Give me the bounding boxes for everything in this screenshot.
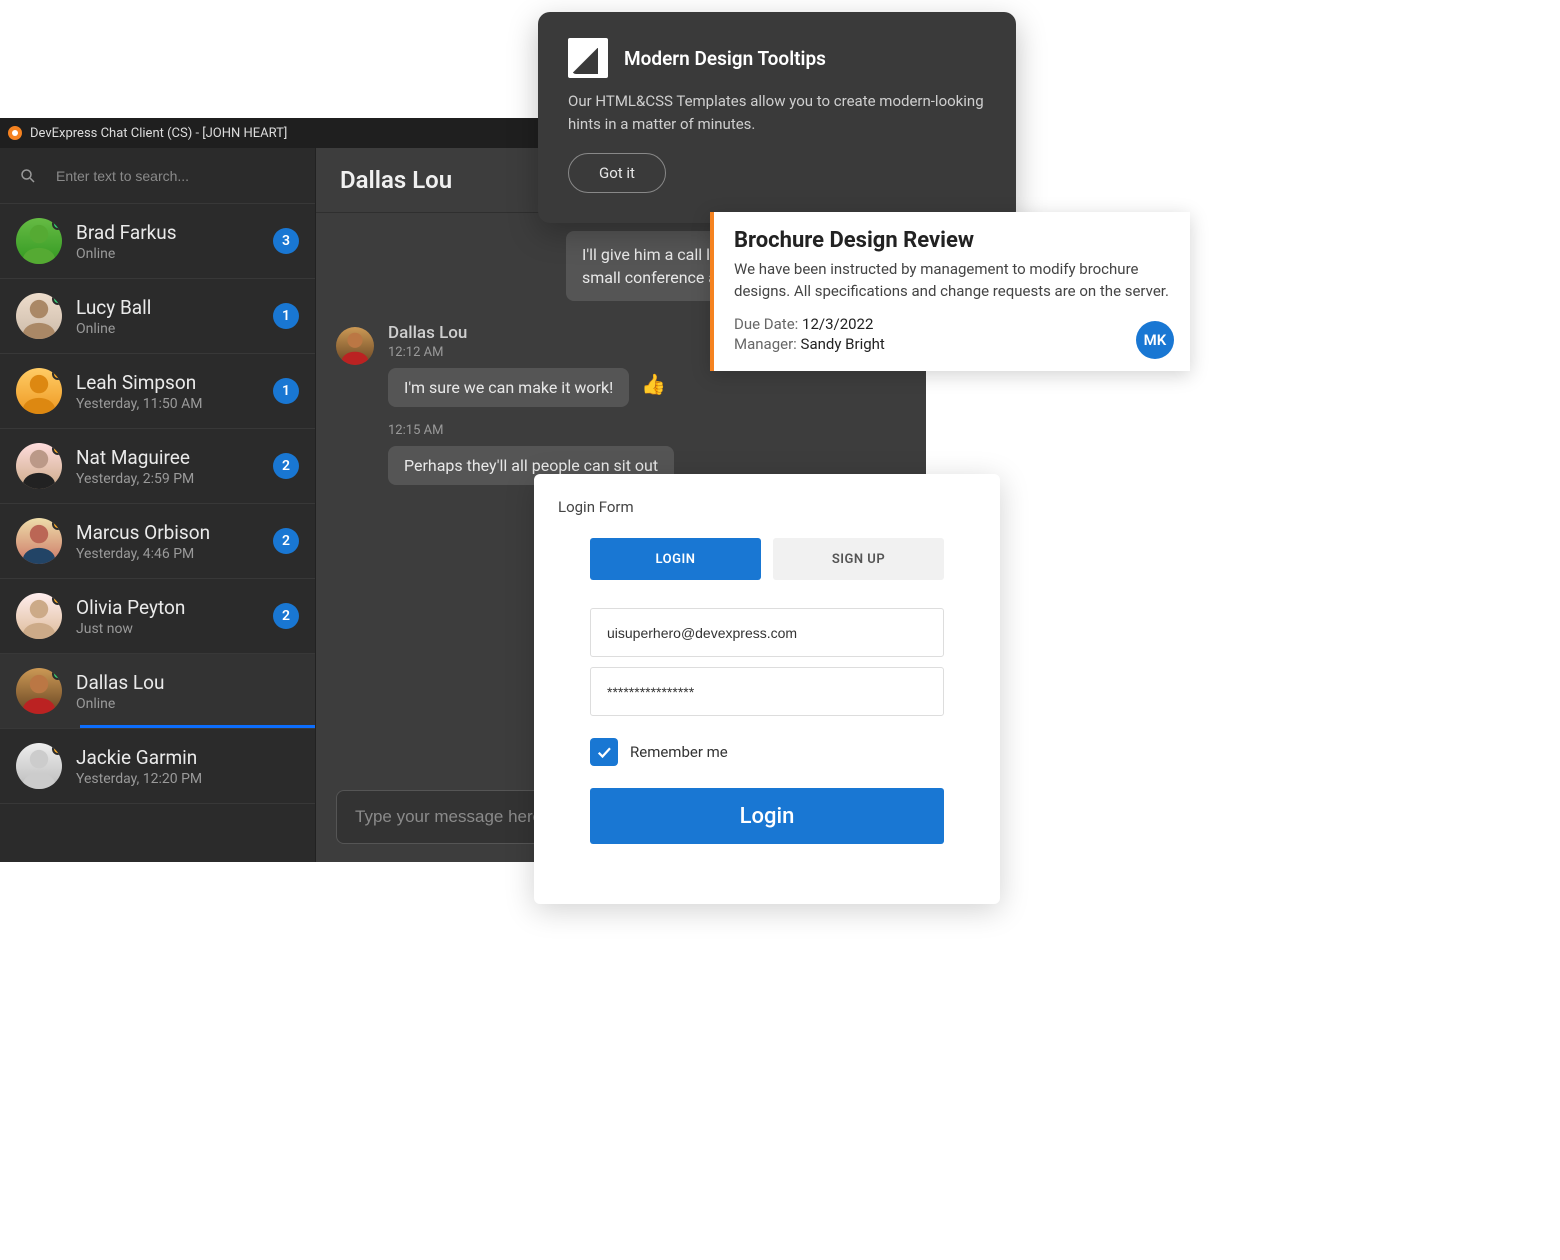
got-it-button[interactable]: Got it [568,153,666,193]
contact-status: Yesterday, 4:46 PM [76,546,273,562]
contact-name: Leah Simpson [76,371,273,394]
avatar [16,518,62,564]
contact-name: Jackie Garmin [76,746,299,769]
avatar [16,668,62,714]
search-row [0,148,315,204]
tooltip-dark: Modern Design Tooltips Our HTML&CSS Temp… [538,12,1016,223]
search-icon[interactable] [14,167,42,185]
tooltip-title: Modern Design Tooltips [624,47,826,70]
presence-dot-icon [52,593,62,605]
search-input[interactable] [42,168,301,184]
tab-login[interactable]: LOGIN [590,538,761,580]
presence-dot-icon [52,518,62,530]
app-logo-icon [8,126,22,140]
contact-status: Online [76,321,273,337]
presence-dot-icon [52,368,62,380]
unread-badge: 1 [273,303,299,329]
presence-dot-icon [52,668,62,680]
login-form-card: Login Form LOGIN SIGN UP Remember me Log… [534,474,1000,904]
contact-item[interactable]: Brad Farkus Online 3 [0,204,315,279]
presence-dot-icon [52,218,62,230]
contacts-sidebar: Brad Farkus Online 3 Lucy Ball Online 1 Le… [0,148,316,862]
contact-item[interactable]: Nat Maguiree Yesterday, 2:59 PM 2 [0,429,315,504]
callout-title: Brochure Design Review [734,228,1170,253]
contact-name: Lucy Ball [76,296,273,319]
window-title: DevExpress Chat Client (CS) - [JOHN HEAR… [30,126,287,141]
presence-dot-icon [52,293,62,305]
login-form-label: Login Form [558,498,976,516]
contact-status: Yesterday, 2:59 PM [76,471,273,487]
message-timestamp: 12:15 AM [388,423,906,438]
contact-status: Online [76,246,273,262]
callout-body: We have been instructed by management to… [734,259,1170,303]
contact-name: Dallas Lou [76,671,299,694]
contact-item[interactable]: Lucy Ball Online 1 [0,279,315,354]
presence-dot-icon [52,743,62,755]
unread-badge: 3 [273,228,299,254]
unread-badge: 2 [273,603,299,629]
contact-name: Olivia Peyton [76,596,273,619]
password-field[interactable] [607,684,927,700]
contact-item[interactable]: Olivia Peyton Just now 2 [0,579,315,654]
avatar [16,593,62,639]
contact-item[interactable]: Marcus Orbison Yesterday, 4:46 PM 2 [0,504,315,579]
manager-value: Sandy Bright [801,335,885,353]
contact-status: Yesterday, 12:20 PM [76,771,299,787]
avatar [16,743,62,789]
avatar [16,293,62,339]
presence-dot-icon [52,443,62,455]
contact-status: Just now [76,621,273,637]
tab-signup[interactable]: SIGN UP [773,538,944,580]
avatar [16,443,62,489]
email-field[interactable] [607,625,927,641]
tooltip-body: Our HTML&CSS Templates allow you to crea… [568,90,986,135]
avatar [16,218,62,264]
contact-name: Brad Farkus [76,221,273,244]
remember-me-label: Remember me [630,743,728,761]
contact-list: Brad Farkus Online 3 Lucy Ball Online 1 Le… [0,204,315,862]
contact-status: Online [76,696,299,712]
thumbs-up-icon[interactable]: 👍 [641,372,666,396]
incoming-message: I'm sure we can make it work! [388,368,629,407]
contact-status: Yesterday, 11:50 AM [76,396,273,412]
unread-badge: 2 [273,528,299,554]
remember-me-checkbox[interactable] [590,738,618,766]
manager-label: Manager: [734,335,797,353]
unread-badge: 1 [273,378,299,404]
avatar [16,368,62,414]
contact-name: Marcus Orbison [76,521,273,544]
message-avatar [336,327,374,365]
due-date-label: Due Date: [734,315,798,333]
contact-item[interactable]: Jackie Garmin Yesterday, 12:20 PM [0,729,315,804]
tooltip-logo-icon [568,38,608,78]
manager-avatar-initials: MK [1136,321,1174,359]
contact-item[interactable]: Leah Simpson Yesterday, 11:50 AM 1 [0,354,315,429]
due-date-value: 12/3/2022 [802,315,873,333]
unread-badge: 2 [273,453,299,479]
contact-item-selected[interactable]: Dallas Lou Online [0,654,315,729]
contact-name: Nat Maguiree [76,446,273,469]
task-callout-card: Brochure Design Review We have been inst… [710,212,1190,371]
login-submit-button[interactable]: Login [590,788,944,844]
